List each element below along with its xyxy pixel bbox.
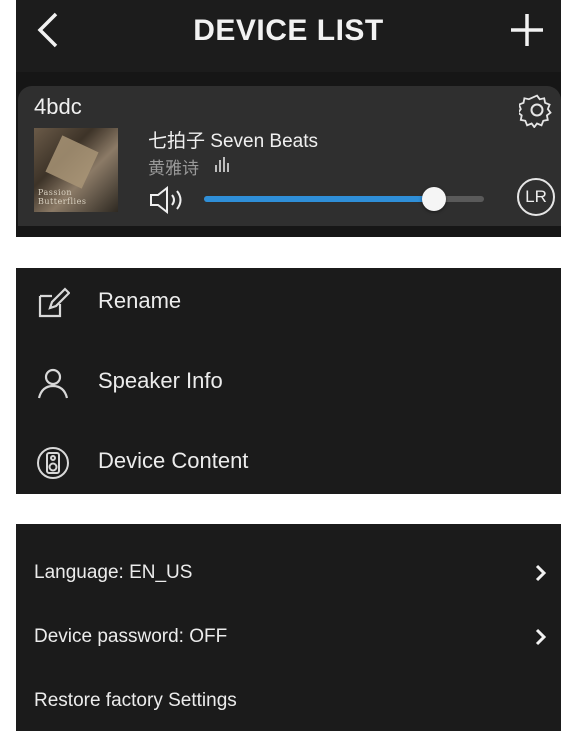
channel-button[interactable]: LR [517,178,555,216]
setting-restore-factory[interactable]: Restore factory Settings [16,674,561,730]
artist-name: 黄雅诗 [148,159,199,178]
volume-slider-fill [204,196,434,202]
page-title: DEVICE LIST [193,14,384,47]
setting-label: Restore factory Settings [34,690,237,711]
chevron-right-icon [535,564,547,582]
setting-device-password[interactable]: Device password: OFF [16,610,561,666]
setting-label: Language: EN_US [34,562,193,583]
song-title: 七拍子 Seven Beats [148,131,319,152]
album-cover-text: Passion Butterflies [38,188,87,206]
volume-slider[interactable] [204,187,484,211]
device-card-area: 4bdc Passion Butterflies 七拍子 Seven Beats… [16,72,561,237]
volume-slider-knob[interactable] [421,187,446,211]
menu-item-label: Device Content [98,448,249,473]
menu-item-speaker-info[interactable]: Speaker Info [16,348,561,418]
header-bar: DEVICE LIST [16,0,561,72]
chevron-right-icon [535,628,547,646]
album-cover: Passion Butterflies [34,128,118,212]
speaker-box-icon [37,447,69,479]
menu-item-label: Speaker Info [98,368,223,393]
device-name: 4bdc [34,94,82,119]
menu-item-rename[interactable]: Rename [16,268,561,338]
menu-item-device-content[interactable]: Device Content [16,428,561,498]
device-menu: Rename Speaker Info Device Content [16,268,561,494]
setting-label: Device password: OFF [34,626,228,647]
volume-icon[interactable] [148,186,188,214]
edit-icon [38,287,70,318]
person-icon [37,368,69,399]
plus-icon[interactable] [509,12,545,48]
setting-language[interactable]: Language: EN_US [16,546,561,602]
gear-icon[interactable] [519,92,555,128]
device-settings: Language: EN_US Device password: OFF Res… [16,524,561,731]
device-card[interactable]: 4bdc Passion Butterflies 七拍子 Seven Beats… [18,86,561,226]
menu-item-label: Rename [98,288,182,313]
playing-bars-icon [215,157,229,172]
